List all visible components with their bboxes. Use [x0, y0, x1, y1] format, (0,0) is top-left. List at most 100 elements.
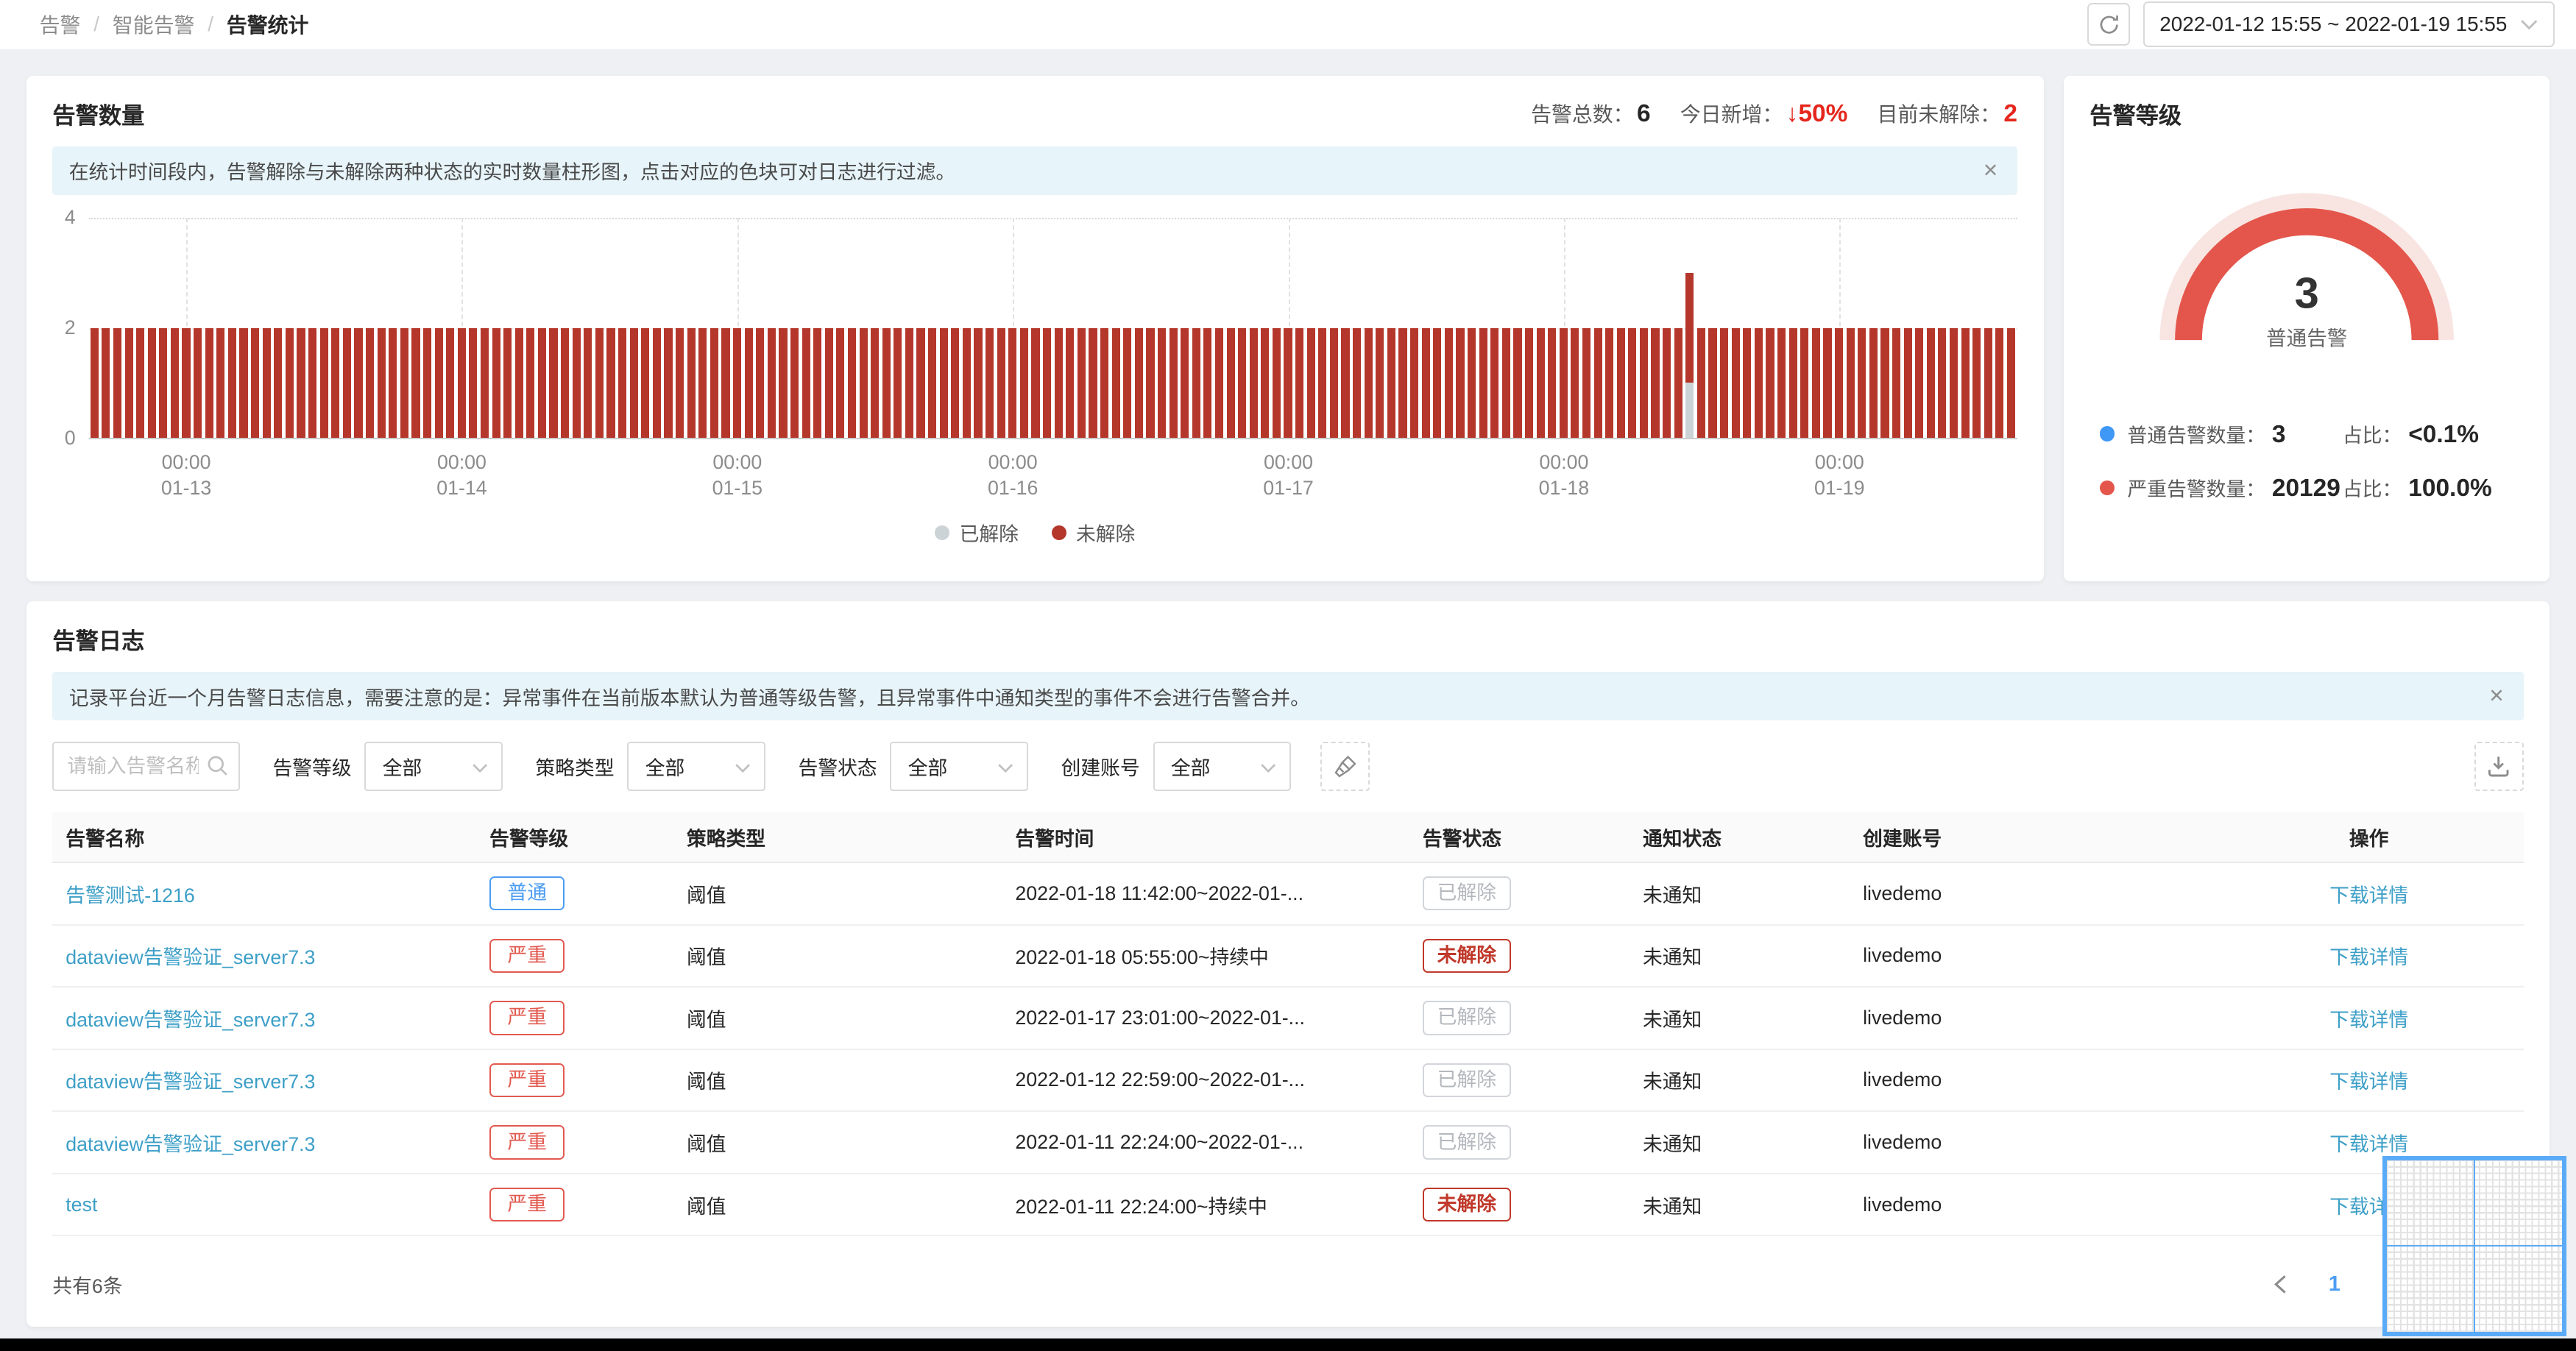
- bar-segment-unresolved[interactable]: [847, 327, 857, 439]
- bar-segment-unresolved[interactable]: [446, 327, 455, 439]
- bar[interactable]: [1651, 218, 1660, 439]
- bar[interactable]: [1685, 218, 1694, 439]
- alert-name-link[interactable]: 告警测试-1216: [66, 884, 195, 907]
- bar-segment-unresolved[interactable]: [159, 327, 168, 439]
- bar-segment-unresolved[interactable]: [1272, 327, 1281, 439]
- bar-segment-unresolved[interactable]: [974, 327, 983, 439]
- bar[interactable]: [618, 218, 627, 439]
- bar-segment-unresolved[interactable]: [182, 327, 191, 439]
- bar[interactable]: [170, 218, 180, 439]
- bar[interactable]: [1892, 218, 1901, 439]
- bar[interactable]: [962, 218, 971, 439]
- bar-segment-unresolved[interactable]: [710, 327, 718, 439]
- bar-segment-unresolved[interactable]: [1490, 327, 1499, 439]
- alert-name-link[interactable]: test: [66, 1194, 97, 1216]
- breadcrumb-item[interactable]: 告警: [40, 10, 81, 39]
- bar[interactable]: [584, 218, 592, 439]
- bar[interactable]: [732, 218, 742, 439]
- bar[interactable]: [1524, 218, 1534, 439]
- bar-segment-unresolved[interactable]: [1743, 327, 1752, 439]
- bar[interactable]: [1593, 218, 1602, 439]
- bar[interactable]: [308, 218, 317, 439]
- bar[interactable]: [1043, 218, 1052, 439]
- bar-segment-unresolved[interactable]: [1731, 327, 1740, 439]
- bar[interactable]: [802, 218, 810, 439]
- bar-segment-unresolved[interactable]: [124, 327, 133, 439]
- date-range-picker[interactable]: 2022-01-12 15:55 ~ 2022-01-19 15:55: [2143, 1, 2555, 48]
- bar-segment-unresolved[interactable]: [102, 327, 110, 439]
- bar[interactable]: [1513, 218, 1522, 439]
- bar[interactable]: [1181, 218, 1189, 439]
- bar[interactable]: [136, 218, 145, 439]
- bar-segment-unresolved[interactable]: [480, 327, 489, 439]
- bar[interactable]: [2006, 218, 2016, 439]
- bar[interactable]: [790, 218, 799, 439]
- bar-segment-unresolved[interactable]: [342, 327, 351, 439]
- bar[interactable]: [251, 218, 260, 439]
- bar[interactable]: [1501, 218, 1510, 439]
- prev-page-button[interactable]: [2260, 1264, 2300, 1304]
- bar[interactable]: [1410, 218, 1419, 439]
- legend-item-unresolved[interactable]: 未解除: [1051, 518, 1135, 547]
- bar-segment-unresolved[interactable]: [1192, 327, 1200, 439]
- bar-segment-unresolved[interactable]: [1766, 327, 1774, 439]
- bar-segment-unresolved[interactable]: [1720, 327, 1729, 439]
- bar-segment-unresolved[interactable]: [1054, 327, 1063, 439]
- bar-segment-unresolved[interactable]: [1915, 327, 1924, 439]
- bar[interactable]: [1696, 218, 1705, 439]
- breadcrumb-item[interactable]: 智能告警: [113, 10, 195, 39]
- bar[interactable]: [1834, 218, 1844, 439]
- bar[interactable]: [1146, 218, 1155, 439]
- bar-segment-unresolved[interactable]: [239, 327, 248, 439]
- bar-segment-unresolved[interactable]: [1628, 327, 1637, 439]
- bar-segment-unresolved[interactable]: [652, 327, 661, 439]
- bar-segment-unresolved[interactable]: [606, 327, 615, 439]
- bar-segment-unresolved[interactable]: [951, 327, 960, 439]
- bar-segment-unresolved[interactable]: [916, 327, 925, 439]
- bar[interactable]: [1066, 218, 1075, 439]
- bar[interactable]: [1777, 218, 1786, 439]
- bar-segment-unresolved[interactable]: [354, 327, 363, 439]
- alert-name-link[interactable]: dataview告警验证_server7.3: [66, 1009, 315, 1031]
- bar[interactable]: [882, 218, 891, 439]
- bar[interactable]: [595, 218, 604, 439]
- bar-segment-unresolved[interactable]: [1376, 327, 1384, 439]
- bar-segment-unresolved[interactable]: [297, 327, 305, 439]
- bar-segment-unresolved[interactable]: [859, 327, 868, 439]
- bar[interactable]: [710, 218, 718, 439]
- bar-segment-unresolved[interactable]: [526, 327, 535, 439]
- bar-segment-unresolved[interactable]: [1226, 327, 1235, 439]
- download-details-link[interactable]: 下载详情: [2329, 946, 2408, 968]
- bar[interactable]: [1800, 218, 1809, 439]
- bar-segment-unresolved[interactable]: [1421, 327, 1430, 439]
- bar-segment-unresolved[interactable]: [664, 327, 673, 439]
- bar-segment-unresolved[interactable]: [1995, 327, 2004, 439]
- bar[interactable]: [641, 218, 650, 439]
- bar[interactable]: [1192, 218, 1200, 439]
- bar-segment-unresolved[interactable]: [1858, 327, 1866, 439]
- bar-segment-unresolved[interactable]: [1398, 327, 1407, 439]
- bar[interactable]: [194, 218, 202, 439]
- bar-segment-unresolved[interactable]: [836, 327, 845, 439]
- bar-segment-unresolved[interactable]: [1456, 327, 1465, 439]
- bar[interactable]: [1249, 218, 1258, 439]
- bar-segment-unresolved[interactable]: [422, 327, 432, 439]
- bar-segment-unresolved[interactable]: [1214, 327, 1224, 439]
- bar-segment-unresolved[interactable]: [1433, 327, 1442, 439]
- bar-segment-unresolved[interactable]: [813, 327, 822, 439]
- bar[interactable]: [1467, 218, 1476, 439]
- bar-segment-unresolved[interactable]: [2006, 327, 2016, 439]
- bar-segment-unresolved[interactable]: [1479, 327, 1487, 439]
- bar-segment-unresolved[interactable]: [1284, 327, 1292, 439]
- bar-segment-unresolved[interactable]: [1410, 327, 1419, 439]
- bar-segment-unresolved[interactable]: [1031, 327, 1040, 439]
- bar[interactable]: [1846, 218, 1855, 439]
- bar[interactable]: [951, 218, 960, 439]
- bar-segment-unresolved[interactable]: [136, 327, 145, 439]
- bar[interactable]: [469, 218, 478, 439]
- bar[interactable]: [1708, 218, 1717, 439]
- bar-segment-unresolved[interactable]: [1295, 327, 1304, 439]
- bar-segment-unresolved[interactable]: [871, 327, 880, 439]
- bar[interactable]: [1915, 218, 1924, 439]
- bar[interactable]: [1961, 218, 1970, 439]
